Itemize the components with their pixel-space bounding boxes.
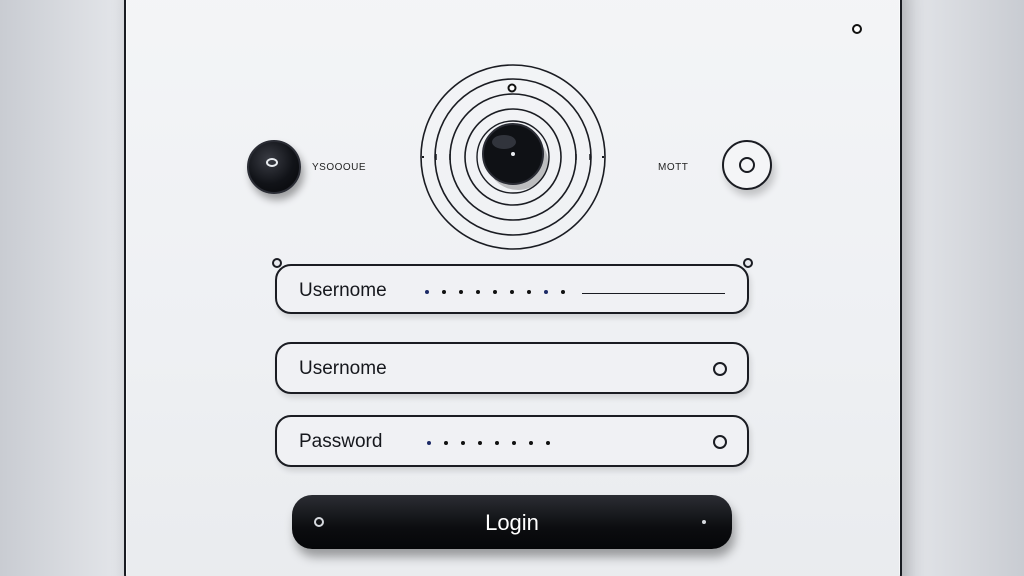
password-label: Password	[299, 431, 383, 452]
ring-icon	[713, 362, 727, 376]
underline	[582, 293, 725, 294]
username-field[interactable]: Usernome	[275, 342, 749, 394]
username-field-top[interactable]: Usernome	[272, 258, 753, 314]
top-field-label: Usernome	[299, 280, 387, 301]
ring-icon	[713, 435, 727, 449]
password-field[interactable]: Password	[275, 415, 749, 467]
dial-marker-icon	[507, 83, 517, 93]
login-screen: YSOOOUE MOTT Usernome Usernome Password …	[0, 0, 1024, 576]
concentric-dial-icon[interactable]	[418, 62, 608, 252]
masked-dots	[425, 290, 565, 294]
pin-left-icon	[272, 258, 282, 268]
password-dots	[427, 441, 550, 445]
left-knob-button[interactable]	[247, 140, 301, 194]
knob-highlight-icon	[266, 158, 278, 167]
dot-icon	[702, 520, 706, 524]
left-knob-label: YSOOOUE	[312, 162, 367, 173]
login-button[interactable]: Login	[292, 495, 732, 549]
right-knob-button[interactable]	[722, 140, 772, 190]
right-knob-label: MOTT	[658, 162, 689, 173]
corner-dot-icon	[852, 24, 862, 34]
pin-right-icon	[743, 258, 753, 268]
ring-icon	[739, 157, 755, 173]
login-button-label: Login	[485, 510, 539, 535]
username-label: Usernome	[299, 358, 387, 379]
